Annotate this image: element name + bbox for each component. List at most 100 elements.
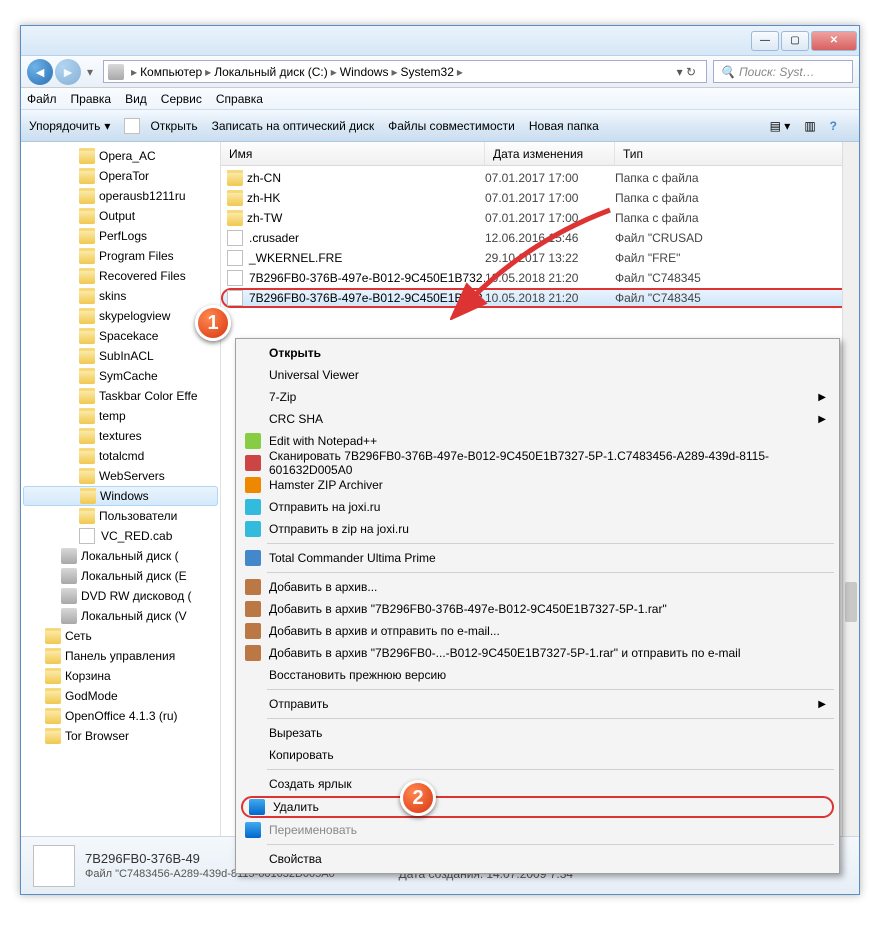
menu-item[interactable]: Восстановить прежнюю версию (239, 664, 836, 686)
search-input[interactable]: 🔍 Поиск: Syst… (713, 60, 853, 83)
file-row[interactable]: zh-CN07.01.2017 17:00Папка с файла (221, 168, 859, 188)
col-name[interactable]: Имя (221, 142, 485, 165)
context-menu: ОткрытьUniversal Viewer7-Zip▶CRC SHA▶Edi… (235, 338, 840, 874)
folder-icon (227, 190, 243, 206)
tree-item[interactable]: Tor Browser (21, 726, 220, 746)
compat-button[interactable]: Файлы совместимости (388, 119, 515, 133)
tree-item[interactable]: WebServers (21, 466, 220, 486)
folder-icon (79, 388, 95, 404)
tree-item[interactable]: Сеть (21, 626, 220, 646)
bin-icon (45, 668, 61, 684)
maximize-button[interactable]: ▢ (781, 31, 809, 51)
menu-item[interactable]: Отправить▶ (239, 693, 836, 715)
menu-item[interactable]: Создать ярлык (239, 773, 836, 795)
tree-item[interactable]: Program Files (21, 246, 220, 266)
menu-tools[interactable]: Сервис (161, 92, 202, 106)
ham-icon (245, 477, 261, 493)
col-date[interactable]: Дата изменения (485, 142, 615, 165)
menu-item[interactable]: Сканировать 7B296FB0-376B-497e-B012-9C45… (239, 452, 836, 474)
menu-item[interactable]: Переименовать (239, 819, 836, 841)
menu-item[interactable]: Добавить в архив... (239, 576, 836, 598)
menu-edit[interactable]: Правка (71, 92, 112, 106)
menu-item[interactable]: Отправить в zip на joxi.ru (239, 518, 836, 540)
tree-item[interactable]: PerfLogs (21, 226, 220, 246)
tree-item[interactable]: Пользователи (21, 506, 220, 526)
tree-item[interactable]: Recovered Files (21, 266, 220, 286)
tree-item[interactable]: skypelogview (21, 306, 220, 326)
close-button[interactable]: ✕ (811, 31, 857, 51)
tree-item[interactable]: Локальный диск (E (21, 566, 220, 586)
rar-icon (245, 623, 261, 639)
folder-icon (45, 688, 61, 704)
tree-item[interactable]: skins (21, 286, 220, 306)
tree-item[interactable]: totalcmd (21, 446, 220, 466)
tree-item[interactable]: temp (21, 406, 220, 426)
menu-item[interactable]: Добавить в архив "7B296FB0-376B-497e-B01… (239, 598, 836, 620)
breadcrumb-system32[interactable]: System32 (401, 65, 454, 79)
menu-item[interactable]: Hamster ZIP Archiver (239, 474, 836, 496)
menu-separator (267, 844, 834, 845)
newfolder-button[interactable]: Новая папка (529, 119, 599, 133)
tree-item[interactable]: textures (21, 426, 220, 446)
tree-item[interactable]: operausb1211ru (21, 186, 220, 206)
forward-button[interactable]: ► (55, 59, 81, 85)
organize-button[interactable]: Упорядочить ▾ (29, 119, 110, 133)
tree-item[interactable]: Spacekace (21, 326, 220, 346)
address-bar[interactable]: ▸ Компьютер ▸ Локальный диск (C:) ▸ Wind… (103, 60, 707, 83)
minimize-button[interactable]: — (751, 31, 779, 51)
tree-item[interactable]: Windows (23, 486, 218, 506)
menu-item[interactable]: CRC SHA▶ (239, 408, 836, 430)
folder-icon (80, 488, 96, 504)
breadcrumb-windows[interactable]: Windows (340, 65, 389, 79)
col-type[interactable]: Тип (615, 142, 859, 165)
av-icon (245, 455, 261, 471)
menu-item[interactable]: Universal Viewer (239, 364, 836, 386)
menu-separator (267, 689, 834, 690)
npp-icon (245, 433, 261, 449)
cab-icon (79, 528, 95, 544)
menu-item[interactable]: Добавить в архив и отправить по e-mail..… (239, 620, 836, 642)
menu-item[interactable]: Отправить на joxi.ru (239, 496, 836, 518)
folder-icon (79, 428, 95, 444)
tree-item[interactable]: GodMode (21, 686, 220, 706)
tree-item[interactable]: Output (21, 206, 220, 226)
folder-icon (79, 248, 95, 264)
menu-separator (267, 572, 834, 573)
tree-item[interactable]: OperaTor (21, 166, 220, 186)
refresh-icon[interactable]: ▾ ↻ (671, 65, 702, 79)
menu-item[interactable]: Добавить в архив "7B296FB0-...-B012-9C45… (239, 642, 836, 664)
tree-item[interactable]: Opera_AC (21, 146, 220, 166)
tree-item[interactable]: Taskbar Color Effe (21, 386, 220, 406)
help-button[interactable]: ? (830, 119, 837, 133)
menu-item[interactable]: Свойства (239, 848, 836, 870)
menu-view[interactable]: Вид (125, 92, 147, 106)
history-dropdown-icon[interactable]: ▾ (87, 65, 93, 79)
view-mode-button[interactable]: ▤ ▾ (770, 119, 791, 133)
menu-file[interactable]: Файл (27, 92, 57, 106)
joxi-icon (245, 499, 261, 515)
tree-item[interactable]: DVD RW дисковод ( (21, 586, 220, 606)
list-scrollbar[interactable] (842, 142, 859, 836)
tree-item[interactable]: Панель управления (21, 646, 220, 666)
open-button[interactable]: Открыть (124, 118, 197, 134)
menu-help[interactable]: Справка (216, 92, 263, 106)
menu-item[interactable]: Total Commander Ultima Prime (239, 547, 836, 569)
menu-item[interactable]: Открыть (239, 342, 836, 364)
back-button[interactable]: ◄ (27, 59, 53, 85)
menu-item[interactable]: Копировать (239, 744, 836, 766)
tree-item[interactable]: SubInACL (21, 346, 220, 366)
folder-icon (79, 408, 95, 424)
breadcrumb-computer[interactable]: Компьютер (140, 65, 202, 79)
preview-pane-button[interactable]: ▥ (804, 119, 815, 133)
menu-item[interactable]: Удалить (241, 796, 834, 818)
tree-item[interactable]: VC_RED.cab (21, 526, 220, 546)
burn-button[interactable]: Записать на оптический диск (212, 119, 375, 133)
tree-item[interactable]: Локальный диск ( (21, 546, 220, 566)
tree-item[interactable]: Корзина (21, 666, 220, 686)
breadcrumb-drive[interactable]: Локальный диск (C:) (214, 65, 328, 79)
tree-item[interactable]: SymCache (21, 366, 220, 386)
tree-item[interactable]: OpenOffice 4.1.3 (ru) (21, 706, 220, 726)
menu-item[interactable]: Вырезать (239, 722, 836, 744)
menu-item[interactable]: 7-Zip▶ (239, 386, 836, 408)
tree-item[interactable]: Локальный диск (V (21, 606, 220, 626)
